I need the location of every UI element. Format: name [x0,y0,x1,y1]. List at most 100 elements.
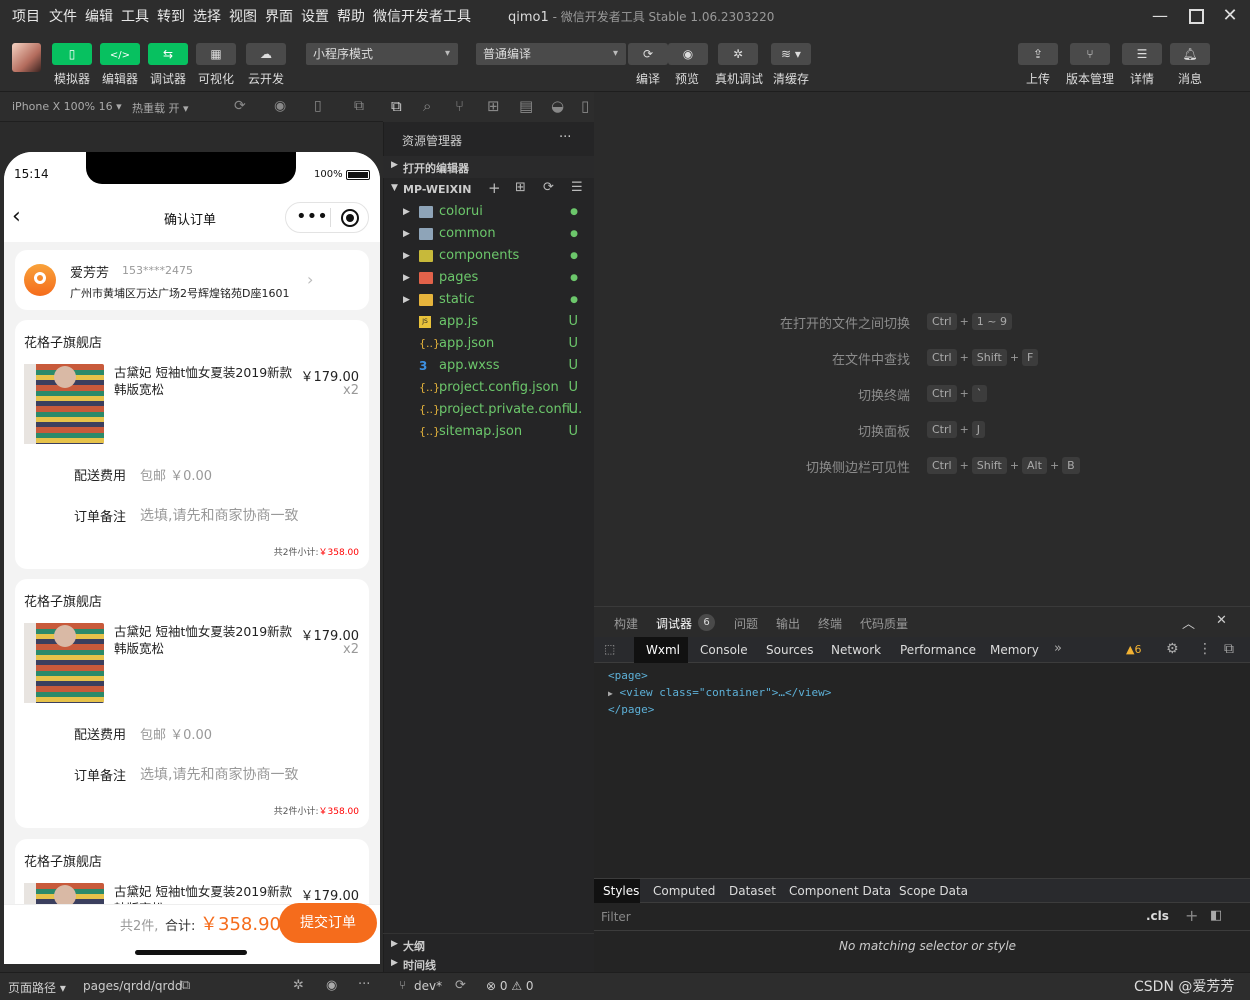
tab-output[interactable]: 输出 [776,615,800,632]
sidebar-toggle-icon[interactable]: ◧ [1210,908,1222,923]
dom-node-view[interactable]: ▶ <view class="container">…</view> [608,686,831,699]
menu-wechat-devtools[interactable]: 微信开发者工具 [373,6,471,26]
tab-computed[interactable]: Computed [653,884,715,898]
close-miniprogram-icon[interactable] [341,209,359,227]
timeline-section[interactable]: ▶ 时间线 [383,955,594,972]
extensions-icon[interactable]: ⊞ [487,97,500,115]
maximize-icon[interactable] [1184,4,1208,28]
popout-icon[interactable]: ⧉ [354,98,364,114]
note-input[interactable]: 选填,请先和商家协商一致 [140,505,298,525]
tree-item-app-js[interactable]: JS app.js U [383,311,594,333]
tab-code-quality[interactable]: 代码质量 [860,615,908,632]
device-select[interactable]: iPhone X 100% 16 ▾ [12,100,122,113]
cloud-button[interactable]: ☁ [246,43,286,65]
outline-section[interactable]: ▶ 大纲 [383,933,594,955]
tab-debugger[interactable]: 调试器 [656,615,692,632]
remote-debug-button[interactable]: ✲ [718,43,758,65]
sync-icon[interactable]: ⟳ [455,978,466,993]
docker-icon[interactable]: ◒ [551,97,564,115]
more-dots-icon[interactable]: ••• [296,206,328,227]
dom-node-page-open[interactable]: <page> [608,669,648,682]
product-image[interactable] [24,364,104,444]
collapse-icon[interactable]: ☰ [571,180,583,195]
project-root[interactable]: ▼ MP-WEIXIN + ⊞ ⟳ ☰ [383,178,594,200]
new-file-icon[interactable]: + [488,179,501,197]
tab-component-data[interactable]: Component Data [789,884,891,898]
explorer-more-icon[interactable]: ··· [559,130,571,145]
menu-view[interactable]: 视图 [229,6,257,26]
tree-item-common[interactable]: ▶ common ● [383,223,594,245]
message-button[interactable]: 🔔︎ [1170,43,1210,65]
copy-icon[interactable]: ⧉ [181,978,190,993]
menu-select[interactable]: 选择 [193,6,221,26]
note-input[interactable]: 选填,请先和商家协商一致 [140,764,298,784]
kebab-menu-icon[interactable]: ⋮ [1198,641,1212,657]
menu-project[interactable]: 项目 [12,6,40,26]
mode-select[interactable]: 小程序模式 [306,43,458,65]
tab-sources[interactable]: Sources [766,643,813,657]
rotate-icon[interactable]: ⟳ [234,98,246,114]
open-editors-section[interactable]: ▶ 打开的编辑器 [383,156,594,178]
version-button[interactable]: ⑂ [1070,43,1110,65]
product-image[interactable] [24,623,104,703]
source-control-icon[interactable]: ⑂ [455,97,464,115]
tab-performance[interactable]: Performance [900,643,976,657]
dom-node-page-close[interactable]: </page> [608,703,654,716]
menu-edit[interactable]: 编辑 [85,6,113,26]
menu-file[interactable]: 文件 [49,6,77,26]
chevron-up-icon[interactable]: ︿ [1182,613,1195,632]
cls-toggle[interactable]: .cls [1146,909,1169,923]
back-icon[interactable]: ‹ [12,204,21,229]
product-title[interactable]: 古黛妃 短袖t恤女夏装2019新款韩版宽松 [114,623,296,657]
tab-memory[interactable]: Memory [990,643,1039,657]
user-avatar[interactable] [12,43,41,72]
page-path-select[interactable]: 页面路径 ▾ [8,979,66,996]
tab-console[interactable]: Console [700,643,748,657]
new-folder-icon[interactable]: ⊞ [515,180,526,195]
tree-item-static[interactable]: ▶ static ● [383,289,594,311]
menu-tools[interactable]: 工具 [121,6,149,26]
inspect-icon[interactable]: ⬚ [604,642,615,656]
git-branch[interactable]: dev* [414,979,442,993]
tab-terminal[interactable]: 终端 [818,615,842,632]
tab-network[interactable]: Network [831,643,881,657]
submit-order-button[interactable]: 提交订单 [279,903,377,943]
compile-button[interactable]: ⟳ [628,43,668,65]
tab-dataset[interactable]: Dataset [729,884,776,898]
files-icon[interactable]: ⧉ [391,97,402,115]
more-icon[interactable]: ··· [358,977,370,992]
tree-item-app-wxss[interactable]: 3 app.wxss U [383,355,594,377]
menu-interface[interactable]: 界面 [265,6,293,26]
editor-button[interactable]: </> [100,43,140,65]
filter-input[interactable]: Filter [601,910,631,924]
eye-icon[interactable]: ◉ [326,978,337,993]
tree-item-project-private-config[interactable]: {..} project.private.confi... U [383,399,594,421]
tab-scope-data[interactable]: Scope Data [899,884,968,898]
add-rule-icon[interactable]: + [1185,906,1198,925]
more-tabs-icon[interactable]: » [1054,641,1062,656]
address-card[interactable]: 爱芳芳 153****2475 广州市黄埔区万达广场2号辉煌铭苑D座1601 › [15,250,369,310]
hotreload-select[interactable]: 热重载 开 ▾ [132,100,189,116]
storage-icon[interactable]: ▤ [519,97,533,115]
menu-goto[interactable]: 转到 [157,6,185,26]
bug-icon[interactable]: ✲ [293,978,304,993]
tree-item-app-json[interactable]: {..} app.json U [383,333,594,355]
tab-build[interactable]: 构建 [614,615,638,632]
visual-button[interactable]: ▦ [196,43,236,65]
problems-count[interactable]: ⊗ 0 ⚠ 0 [486,979,534,993]
details-button[interactable]: ☰ [1122,43,1162,65]
phone-mode-icon[interactable]: ▯ [314,98,322,114]
tab-styles[interactable]: Styles [594,879,640,903]
preview-button[interactable]: ◉ [668,43,708,65]
tree-item-project-config[interactable]: {..} project.config.json U [383,377,594,399]
tab-wxml[interactable]: Wxml [634,637,688,663]
product-title[interactable]: 古黛妃 短袖t恤女夏装2019新款韩版宽松 [114,364,296,398]
tab-problems[interactable]: 问题 [734,615,758,632]
menu-help[interactable]: 帮助 [337,6,365,26]
settings-gear-icon[interactable]: ⚙ [1166,641,1179,657]
record-icon[interactable]: ◉ [274,98,286,114]
close-icon[interactable]: ✕ [1218,4,1242,28]
panel-toggle-icon[interactable]: ▯ [581,97,589,115]
debugger-button[interactable]: ⇆ [148,43,188,65]
compile-select[interactable]: 普通编译 [476,43,626,65]
